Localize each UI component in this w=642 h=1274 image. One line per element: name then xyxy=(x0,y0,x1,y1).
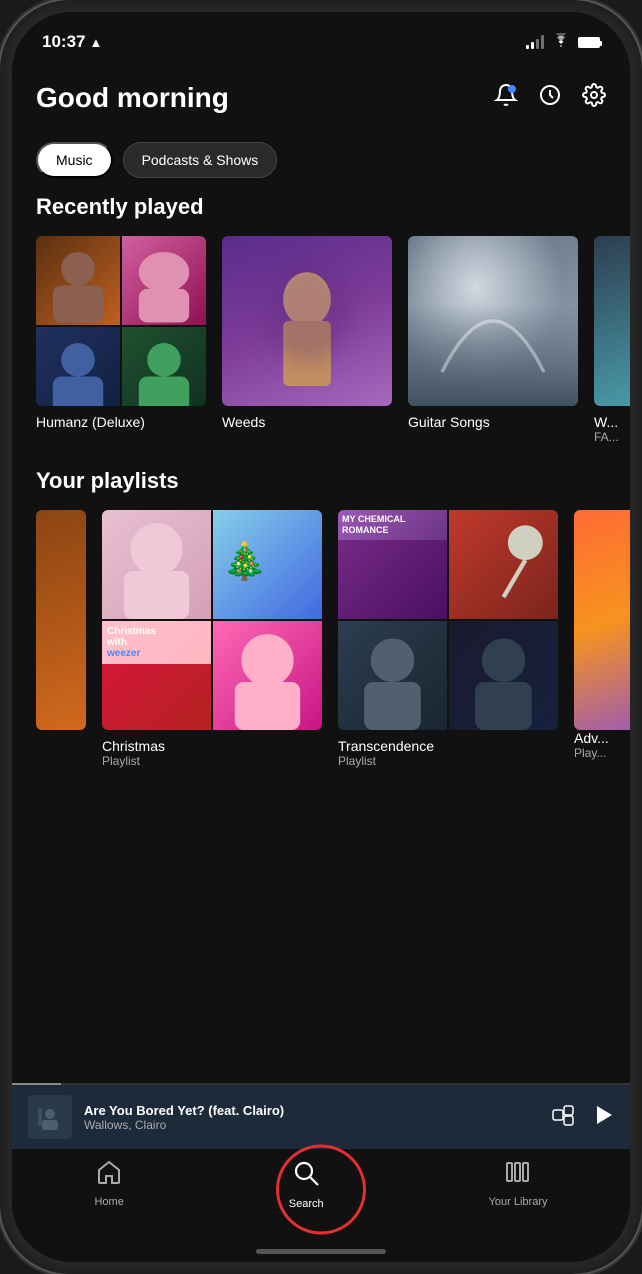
np-thumbnail xyxy=(28,1095,72,1139)
podcasts-tab[interactable]: Podcasts & Shows xyxy=(123,142,278,178)
nav-item-search[interactable]: Search xyxy=(269,1159,344,1210)
status-icons xyxy=(526,33,600,52)
humanz-cover xyxy=(36,236,206,406)
progress-track xyxy=(12,1083,630,1085)
album-item-weeds[interactable]: Weeds xyxy=(222,236,392,444)
nav-item-home[interactable]: Home xyxy=(74,1159,143,1208)
signal-icon xyxy=(526,35,544,49)
christmas-subtitle: Playlist xyxy=(102,754,322,768)
header-top: Good morning xyxy=(36,82,606,114)
filter-tabs: Music Podcasts & Shows xyxy=(12,142,630,194)
christmas-cover: 🎄 Christmaswithweezer xyxy=(102,510,322,730)
search-label: Search xyxy=(289,1198,324,1210)
transcendence-subtitle: Playlist xyxy=(338,754,558,768)
weeds-title: Weeds xyxy=(222,414,392,430)
partial-right-title: Adv... xyxy=(574,730,630,746)
notch xyxy=(241,12,401,42)
header: Good morning xyxy=(12,62,630,142)
library-icon xyxy=(505,1159,531,1192)
christmas-title: Christmas xyxy=(102,738,322,754)
np-title: Are You Bored Yet? (feat. Clairo) xyxy=(84,1103,538,1118)
svg-text:🎄: 🎄 xyxy=(222,541,267,582)
playlist-item-christmas[interactable]: 🎄 Christmaswithweezer Christmas Pl xyxy=(102,510,322,768)
np-info: Are You Bored Yet? (feat. Clairo) Wallow… xyxy=(84,1103,538,1132)
np-artist: Wallows, Clairo xyxy=(84,1118,538,1132)
library-label: Your Library xyxy=(489,1196,548,1208)
play-icon[interactable] xyxy=(592,1104,614,1131)
search-nav-icon xyxy=(292,1159,320,1194)
recently-played-section: Recently played xyxy=(12,194,630,444)
album-item-guitar[interactable]: Guitar Songs xyxy=(408,236,578,444)
battery-icon xyxy=(578,37,600,48)
status-time: 10:37 ▲ xyxy=(42,32,102,52)
home-icon xyxy=(96,1159,122,1192)
scroll-area[interactable]: Recently played xyxy=(12,194,630,1083)
np-controls xyxy=(550,1102,614,1133)
home-label: Home xyxy=(94,1196,123,1208)
playlists-title: Your playlists xyxy=(36,468,606,494)
playlist-item-partial-right[interactable]: Adv... Play... xyxy=(574,510,630,768)
notifications-icon[interactable] xyxy=(494,83,518,113)
wifi-icon xyxy=(552,33,570,52)
transcendence-title: Transcendence xyxy=(338,738,558,754)
humanz-title: Humanz (Deluxe) xyxy=(36,414,206,430)
partial-subtitle: FA... xyxy=(594,430,630,444)
recent-history-icon[interactable] xyxy=(538,83,562,113)
progress-fill xyxy=(12,1083,61,1085)
guitar-title: Guitar Songs xyxy=(408,414,578,430)
phone-screen: 10:37 ▲ xyxy=(12,12,630,1262)
partial-cover xyxy=(594,236,630,406)
recently-played-title: Recently played xyxy=(36,194,606,220)
bottom-spacer xyxy=(12,792,630,812)
phone-frame: 10:37 ▲ xyxy=(0,0,642,1274)
app-content: Good morning xyxy=(12,62,630,1262)
partial-right-subtitle: Play... xyxy=(574,746,630,760)
album-item-humanz[interactable]: Humanz (Deluxe) xyxy=(36,236,206,444)
guitar-cover xyxy=(408,236,578,406)
bottom-nav: Home Search xyxy=(12,1149,630,1239)
transcendence-cover: MY CHEMICALROMANCE xyxy=(338,510,558,730)
home-indicator xyxy=(256,1249,386,1254)
weeds-cover xyxy=(222,236,392,406)
connect-devices-icon[interactable] xyxy=(550,1102,576,1133)
albums-row: Humanz (Deluxe) xyxy=(36,236,606,444)
album-item-partial[interactable]: W... FA... xyxy=(594,236,630,444)
playlist-item-partial-left[interactable] xyxy=(36,510,86,768)
partial-title: W... xyxy=(594,414,630,430)
greeting-text: Good morning xyxy=(36,82,229,114)
music-tab[interactable]: Music xyxy=(36,142,113,178)
now-playing-container: Are You Bored Yet? (feat. Clairo) Wallow… xyxy=(12,1083,630,1149)
location-icon: ▲ xyxy=(89,35,102,50)
home-indicator-area xyxy=(12,1239,630,1262)
nav-item-library[interactable]: Your Library xyxy=(469,1159,568,1208)
playlists-section: Your playlists xyxy=(12,468,630,768)
playlist-item-transcendence[interactable]: MY CHEMICALROMANCE xyxy=(338,510,558,768)
playlists-row: 🎄 Christmaswithweezer Christmas Pl xyxy=(36,510,606,768)
now-playing-bar[interactable]: Are You Bored Yet? (feat. Clairo) Wallow… xyxy=(12,1085,630,1149)
header-icons xyxy=(494,83,606,113)
settings-icon[interactable] xyxy=(582,83,606,113)
